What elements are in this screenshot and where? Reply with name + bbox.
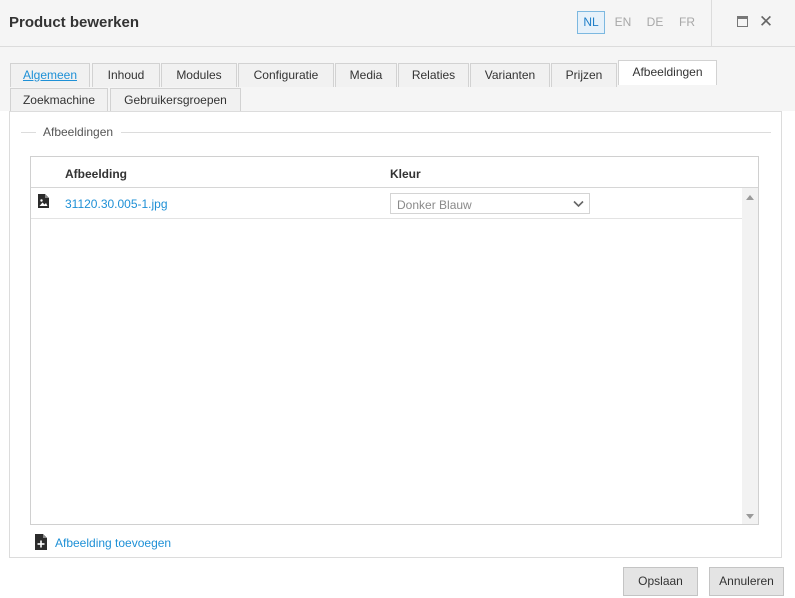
cancel-button[interactable]: Annuleren bbox=[709, 567, 784, 596]
maximize-icon[interactable] bbox=[737, 16, 748, 27]
column-header-afbeelding[interactable]: Afbeelding bbox=[65, 167, 127, 181]
tab-zoekmachine[interactable]: Zoekmachine bbox=[10, 88, 108, 111]
tab-varianten[interactable]: Varianten bbox=[470, 63, 550, 87]
tab-content-panel: Afbeeldingen Afbeelding Kleur 31120.30.0… bbox=[9, 111, 782, 558]
vertical-scrollbar[interactable] bbox=[742, 188, 758, 524]
tab-label: Media bbox=[349, 68, 383, 82]
chevron-down-icon bbox=[573, 200, 584, 208]
tab-label: Inhoud bbox=[107, 68, 145, 82]
tab-prijzen[interactable]: Prijzen bbox=[551, 63, 617, 87]
tab-modules[interactable]: Modules bbox=[161, 63, 237, 87]
language-de-button[interactable]: DE bbox=[641, 11, 669, 34]
tab-label: Zoekmachine bbox=[22, 93, 96, 107]
add-image-label: Afbeelding toevoegen bbox=[55, 536, 172, 550]
color-select-value: Donker Blauw bbox=[397, 198, 472, 212]
tab-label: Varianten bbox=[484, 68, 536, 82]
language-nl-button[interactable]: NL bbox=[577, 11, 605, 34]
tab-label: Configuratie bbox=[253, 68, 319, 82]
tab-label: Prijzen bbox=[565, 68, 603, 82]
close-icon[interactable]: ✕ bbox=[757, 13, 775, 31]
table-row[interactable]: 31120.30.005-1.jpg Donker Blauw bbox=[31, 188, 742, 219]
window-title: Product bewerken bbox=[9, 14, 140, 31]
language-fr-button[interactable]: FR bbox=[673, 11, 701, 34]
add-image-link[interactable]: Afbeelding toevoegen bbox=[34, 534, 184, 552]
tab-gebruikersgroepen[interactable]: Gebruikersgroepen bbox=[110, 88, 241, 111]
tab-label: Algemeen bbox=[22, 68, 78, 82]
tab-label: Relaties bbox=[411, 68, 456, 82]
tab-label: Modules bbox=[176, 68, 222, 82]
grid-header: Afbeelding Kleur bbox=[31, 157, 758, 188]
tab-bar: Algemeen Inhoud Modules Configuratie Med… bbox=[0, 47, 795, 111]
save-button[interactable]: Opslaan bbox=[623, 567, 698, 596]
tab-relaties[interactable]: Relaties bbox=[398, 63, 469, 87]
add-file-icon bbox=[35, 534, 47, 550]
tab-media[interactable]: Media bbox=[335, 63, 397, 87]
tab-configuratie[interactable]: Configuratie bbox=[238, 63, 334, 87]
images-grid: Afbeelding Kleur 31120.30.005-1.jpg Donk… bbox=[30, 156, 759, 525]
header-divider bbox=[711, 0, 712, 47]
image-file-icon bbox=[38, 194, 49, 208]
color-select[interactable]: Donker Blauw bbox=[390, 193, 590, 214]
image-file-link[interactable]: 31120.30.005-1.jpg bbox=[65, 197, 168, 211]
tab-label: Afbeeldingen bbox=[632, 65, 703, 79]
language-en-button[interactable]: EN bbox=[609, 11, 637, 34]
window-header: Product bewerken NL EN DE FR ✕ bbox=[0, 0, 795, 47]
tab-label: Gebruikersgroepen bbox=[124, 93, 227, 107]
fieldset-legend: Afbeeldingen bbox=[43, 125, 114, 139]
tab-afbeeldingen[interactable]: Afbeeldingen bbox=[618, 60, 717, 85]
column-header-kleur[interactable]: Kleur bbox=[390, 167, 421, 181]
scroll-down-icon[interactable] bbox=[746, 514, 754, 520]
fieldset-border bbox=[21, 132, 36, 133]
tab-algemeen[interactable]: Algemeen bbox=[10, 63, 90, 87]
scroll-up-icon[interactable] bbox=[746, 194, 754, 200]
fieldset-border bbox=[121, 132, 771, 133]
tab-inhoud[interactable]: Inhoud bbox=[92, 63, 160, 87]
